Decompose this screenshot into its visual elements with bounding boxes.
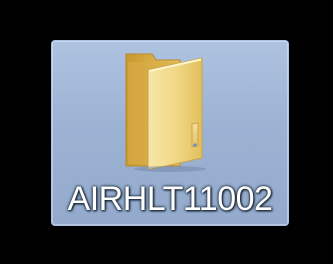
folder-name-label[interactable]: AIRHLT11002: [52, 179, 288, 219]
desktop: AIRHLT11002: [0, 0, 333, 264]
desktop-folder-item[interactable]: AIRHLT11002: [51, 40, 289, 226]
folder-icon: [125, 53, 206, 172]
